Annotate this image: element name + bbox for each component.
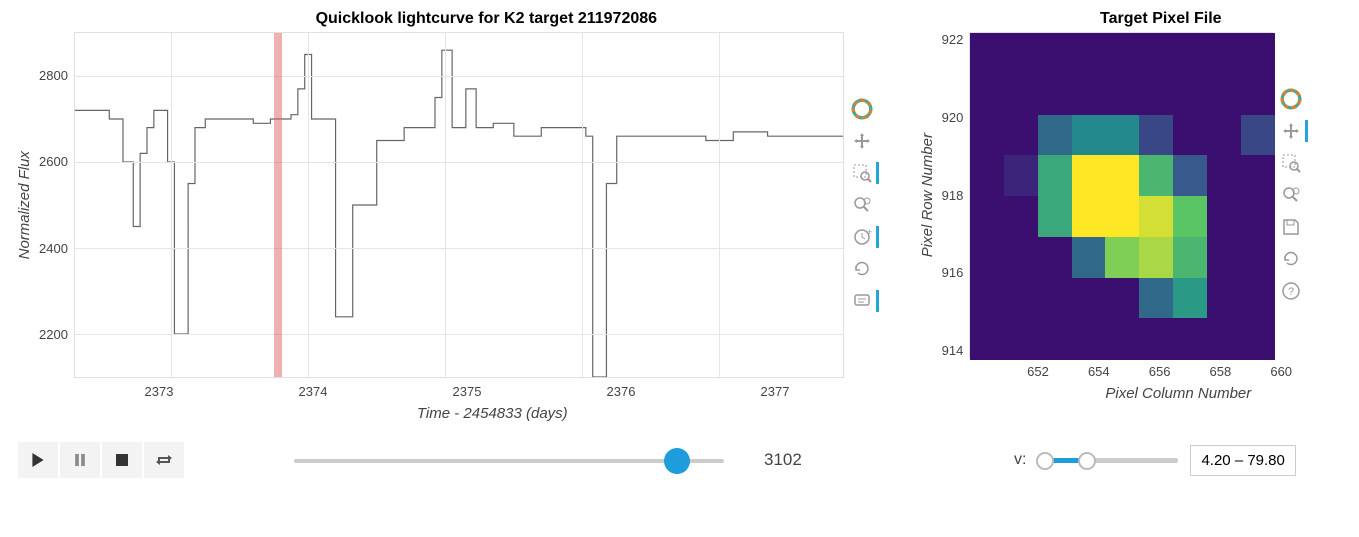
playback-controls	[18, 442, 184, 478]
pause-button[interactable]	[60, 442, 100, 478]
lightcurve-title: Quicklook lightcurve for K2 target 21197…	[70, 10, 903, 28]
loop-button[interactable]	[144, 442, 184, 478]
frame-value: 3102	[764, 450, 844, 470]
targetpixel-xaxis: 652654656658660	[1008, 358, 1312, 379]
lightcurve-line	[75, 33, 843, 377]
tool-wheel-zoom[interactable]	[1278, 182, 1304, 208]
lightcurve-yaxis: 2800260024002200	[39, 32, 74, 378]
vrange-value: 4.20 – 79.80	[1190, 445, 1295, 476]
play-button[interactable]	[18, 442, 58, 478]
vrange-label: v:	[1014, 451, 1026, 469]
tool-hover[interactable]	[849, 288, 875, 314]
targetpixel-xlabel: Pixel Column Number	[1008, 379, 1349, 402]
targetpixel-yaxis: 922920918916914	[942, 32, 970, 358]
tool-wheel-zoom[interactable]	[849, 192, 875, 218]
svg-text:+: +	[867, 227, 872, 237]
tool-help[interactable]: ?	[1278, 278, 1304, 304]
targetpixel-toolbar: ?	[1273, 86, 1303, 304]
tool-bokeh	[849, 96, 875, 122]
lightcurve-plot[interactable]	[74, 32, 844, 378]
tool-pan[interactable]	[849, 128, 875, 154]
lightcurve-xlabel: Time - 2454833 (days)	[82, 399, 903, 422]
svg-text:?: ?	[1288, 286, 1294, 298]
tool-pan[interactable]	[1278, 118, 1304, 144]
tool-bokeh	[1278, 86, 1304, 112]
targetpixel-title: Target Pixel File	[973, 10, 1349, 28]
stop-button[interactable]	[102, 442, 142, 478]
vrange-slider[interactable]	[1038, 450, 1178, 470]
tool-save[interactable]	[1278, 214, 1304, 240]
targetpixel-plot[interactable]	[969, 32, 1273, 358]
tool-lasso[interactable]: +	[849, 224, 875, 250]
tool-reset[interactable]	[849, 256, 875, 282]
time-marker	[274, 33, 282, 377]
targetpixel-ylabel: Pixel Row Number	[913, 133, 942, 257]
tool-reset[interactable]	[1278, 246, 1304, 272]
lightcurve-ylabel: Normalized Flux	[10, 151, 39, 259]
frame-slider[interactable]	[294, 450, 724, 470]
tool-box-zoom[interactable]	[1278, 150, 1304, 176]
tool-box-zoom[interactable]	[849, 160, 875, 186]
lightcurve-toolbar: +	[844, 96, 874, 314]
lightcurve-xaxis: 23732374237523762377	[82, 378, 852, 399]
